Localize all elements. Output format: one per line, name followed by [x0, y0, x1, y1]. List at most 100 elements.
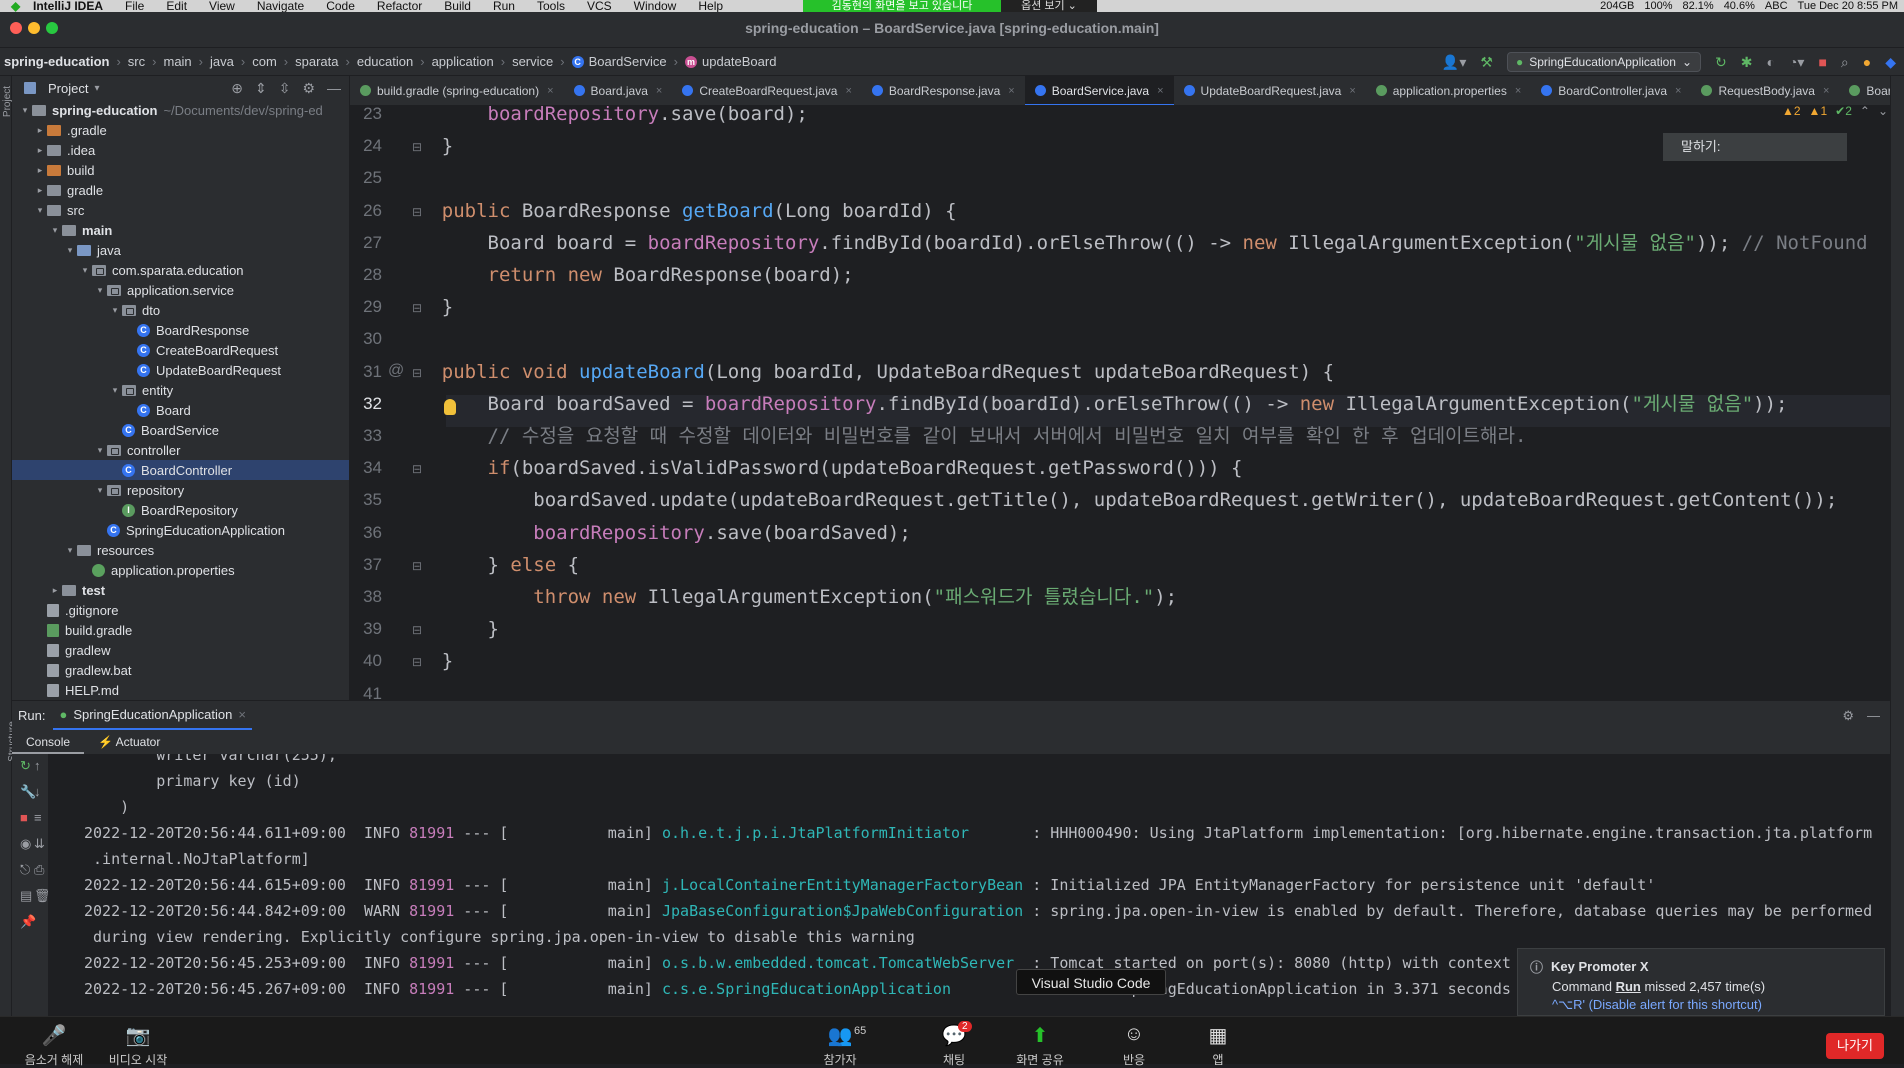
tree-item[interactable]: ▾ main — [12, 220, 349, 240]
console-token[interactable]: JpaBaseConfiguration$JpaWebConfiguration — [662, 902, 1023, 920]
chevron-icon[interactable]: ▾ — [63, 545, 77, 556]
code-line[interactable]: // 수정을 요청할 때 수정할 데이터와 비밀번호를 같이 보내서 서버에서 … — [396, 420, 1527, 452]
tree-item[interactable]: C Board — [12, 400, 349, 420]
leave-meeting-button[interactable]: 나가기 — [1826, 1033, 1884, 1059]
run-config-tab[interactable]: ● SpringEducationApplication × — [53, 701, 252, 730]
console-token[interactable]: o.h.e.t.j.p.i.JtaPlatformInitiator — [662, 824, 969, 842]
tree-item[interactable]: ▾ application.service — [12, 280, 349, 300]
editor-tab[interactable]: RequestBody.java × — [1691, 76, 1839, 105]
code-line[interactable]: } — [396, 613, 499, 645]
tree-item[interactable]: ▾ java — [12, 240, 349, 260]
tree-item[interactable]: ▾ src — [12, 200, 349, 220]
chevron-icon[interactable]: ▾ — [18, 105, 32, 116]
menu-item-file[interactable]: File — [114, 0, 155, 12]
tree-item[interactable]: ▸ gradle — [12, 180, 349, 200]
menu-item-vcs[interactable]: VCS — [576, 0, 623, 12]
view-options-button[interactable]: 옵션 보기 ⌄ — [1001, 0, 1097, 12]
meeting-control-1[interactable]: 📷 비디오 시작 — [98, 1023, 178, 1068]
chevron-down-icon[interactable]: ⌄ — [1878, 104, 1888, 118]
close-icon[interactable]: × — [1008, 85, 1014, 97]
meeting-control-6[interactable]: ▦ 앱 — [1178, 1023, 1258, 1068]
rerun-icon[interactable]: ↻ — [1715, 54, 1727, 71]
tree-item[interactable]: ▾ dto — [12, 300, 349, 320]
code-line[interactable]: Board board = boardRepository.findById(b… — [396, 227, 1868, 259]
chevron-icon[interactable]: ▸ — [48, 585, 62, 596]
scroll-end-icon[interactable]: ⇊ — [34, 836, 45, 852]
breadcrumb-item[interactable]: › sparata — [277, 54, 339, 69]
tab-actuator[interactable]: ⚡ Actuator — [84, 730, 174, 754]
tree-item[interactable]: ▾ repository — [12, 480, 349, 500]
menu-item-help[interactable]: Help — [687, 0, 734, 12]
tree-item[interactable]: C SpringEducationApplication — [12, 520, 349, 540]
tree-item[interactable]: ▾ com.sparata.education — [12, 260, 349, 280]
code-line[interactable]: boardRepository.save(board); — [396, 106, 808, 130]
chevron-icon[interactable]: ▸ — [33, 165, 47, 176]
menu-item-window[interactable]: Window — [623, 0, 688, 12]
collapse-all-icon[interactable]: ⇳ — [279, 80, 291, 97]
chevron-icon[interactable]: ▾ — [93, 285, 107, 296]
menu-item-view[interactable]: View — [198, 0, 246, 12]
hide-icon[interactable]: — — [1867, 708, 1880, 723]
tree-item[interactable]: ▸ build — [12, 160, 349, 180]
menu-item-edit[interactable]: Edit — [155, 0, 198, 12]
breadcrumb-item[interactable]: spring-education — [4, 54, 109, 69]
disable-alert-link[interactable]: (Disable alert for this shortcut) — [1589, 997, 1762, 1012]
tree-item[interactable]: C BoardService — [12, 420, 349, 440]
menu-item-code[interactable]: Code — [315, 0, 366, 12]
user-icon[interactable]: 👤▾ — [1442, 54, 1466, 71]
close-icon[interactable]: × — [845, 85, 851, 97]
code-line[interactable]: } — [396, 130, 453, 162]
run-config-select[interactable]: ● SpringEducationApplication ⌄ — [1506, 52, 1702, 72]
chevron-icon[interactable]: ▾ — [108, 305, 122, 316]
breadcrumb-item[interactable]: › com — [234, 54, 277, 69]
chevron-icon[interactable]: ▾ — [108, 385, 122, 396]
meeting-control-5[interactable]: ☺ 반응 — [1094, 1023, 1174, 1068]
breadcrumb-item[interactable]: › service — [494, 54, 554, 69]
breadcrumb-item[interactable]: › java — [192, 54, 234, 69]
build-hammer-icon[interactable]: ⚒ — [1480, 54, 1493, 71]
code-line[interactable]: public void updateBoard(Long boardId, Up… — [396, 356, 1334, 388]
close-icon[interactable]: × — [1675, 85, 1681, 97]
chevron-icon[interactable]: ▾ — [63, 245, 77, 256]
tree-item[interactable]: ▾ resources — [12, 540, 349, 560]
editor-tab[interactable]: CreateBoardRequest.java × — [672, 76, 862, 105]
breadcrumb-item[interactable]: › C BoardService — [553, 54, 666, 69]
tree-item[interactable]: C BoardResponse — [12, 320, 349, 340]
chevron-icon[interactable]: ▸ — [33, 185, 47, 196]
tree-item[interactable]: HELP.md — [12, 680, 349, 700]
coverage-icon[interactable]: ◐ — [1766, 54, 1774, 70]
chevron-icon[interactable]: ▾ — [93, 485, 107, 496]
exit-icon[interactable]: ⎋ — [20, 862, 30, 878]
tree-item[interactable]: gradlew.bat — [12, 660, 349, 680]
close-icon[interactable]: × — [238, 707, 246, 722]
debug-icon[interactable]: ✱ — [1741, 54, 1753, 71]
breadcrumb-item[interactable]: › m updateBoard — [667, 54, 777, 69]
breadcrumb-item[interactable]: › src — [109, 54, 145, 69]
expand-all-icon[interactable]: ⇕ — [255, 80, 267, 97]
tree-item[interactable]: build.gradle — [12, 620, 349, 640]
editor-tab[interactable]: UpdateBoardRequest.java × — [1174, 76, 1366, 105]
editor-tab[interactable]: BoardService.java × — [1024, 76, 1174, 105]
editor-tab[interactable]: BoardController.java × — [1531, 76, 1691, 105]
pin-icon[interactable]: 📌 — [20, 914, 36, 930]
editor-tab[interactable]: application.properties × — [1366, 76, 1532, 105]
code-line[interactable]: } — [396, 291, 453, 323]
close-icon[interactable]: × — [547, 85, 553, 97]
arrow-up-icon[interactable]: ↑ — [34, 758, 41, 773]
soft-wrap-icon[interactable]: ≡ — [34, 810, 42, 825]
tree-item[interactable]: ▸ .idea — [12, 140, 349, 160]
code-line[interactable]: } — [396, 645, 453, 677]
update-icon[interactable]: ● — [1863, 54, 1871, 70]
gear-icon[interactable]: ⚙ — [302, 80, 315, 97]
menu-item-tools[interactable]: Tools — [526, 0, 576, 12]
chevron-icon[interactable]: ▸ — [33, 125, 47, 136]
profile-icon[interactable]: ◔▾ — [1789, 54, 1804, 71]
code-line[interactable]: throw new IllegalArgumentException("패스워드… — [396, 581, 1177, 613]
tree-item[interactable]: C BoardController — [12, 460, 349, 480]
arrow-down-icon[interactable]: ↓ — [34, 784, 41, 799]
stop-icon[interactable]: ■ — [20, 810, 28, 825]
editor-tab[interactable]: Board.java × — [564, 76, 673, 105]
camera-icon[interactable]: ◉ — [20, 836, 31, 852]
code-line[interactable]: public BoardResponse getBoard(Long board… — [396, 195, 957, 227]
tab-console[interactable]: Console — [12, 730, 85, 754]
